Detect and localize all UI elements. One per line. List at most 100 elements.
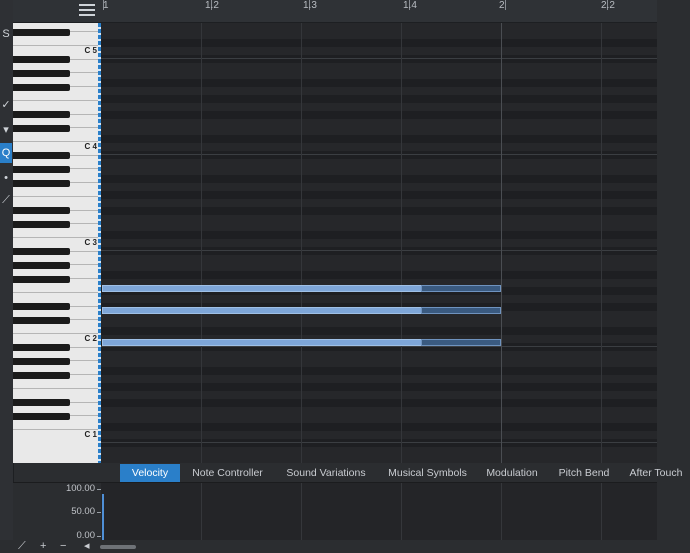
black-key[interactable]	[13, 371, 70, 379]
ruler-corner	[13, 0, 100, 23]
pitch-row	[101, 103, 657, 111]
pitch-row	[101, 255, 657, 263]
curve-icon[interactable]: ⟋	[18, 540, 26, 553]
pitch-row	[101, 399, 657, 407]
pitch-row	[101, 119, 657, 127]
midi-note[interactable]	[102, 285, 422, 292]
tool-strip: S ✓ ▾ Q • ⟋	[0, 0, 14, 553]
plus-icon[interactable]: +	[40, 540, 46, 553]
midi-note-tail[interactable]	[421, 307, 501, 314]
pitch-row	[101, 47, 657, 55]
tab-after-touch[interactable]: After Touch	[622, 464, 690, 482]
minus-icon[interactable]: −	[60, 540, 66, 553]
black-key[interactable]	[13, 56, 70, 64]
pitch-row	[101, 415, 657, 423]
pitch-row	[101, 183, 657, 191]
axis-label: 100.00	[65, 483, 95, 494]
lane-grid-line	[401, 483, 402, 541]
velocity-lane[interactable]: 100.00 50.00 0.00	[13, 482, 657, 541]
black-key[interactable]	[13, 207, 70, 215]
tab-modulation[interactable]: Modulation	[478, 464, 546, 482]
black-key[interactable]	[13, 344, 70, 352]
lane-grid-line	[501, 483, 502, 541]
pitch-row	[101, 351, 657, 359]
octave-label: C 5	[84, 46, 97, 55]
midi-note[interactable]	[102, 339, 422, 346]
black-key[interactable]	[13, 28, 70, 36]
lane-grid-line	[201, 483, 202, 541]
ruler-label: 1	[103, 0, 109, 11]
horizontal-scrollbar[interactable]	[100, 545, 136, 549]
tab-pitch-bend[interactable]: Pitch Bend	[546, 464, 622, 482]
tab-musical-symbols[interactable]: Musical Symbols	[377, 464, 478, 482]
tab-sound-variations[interactable]: Sound Variations	[275, 464, 377, 482]
pitch-row	[101, 263, 657, 271]
lane-tabs: Velocity Note Controller Sound Variations M…	[100, 464, 690, 482]
pitch-row	[101, 327, 657, 335]
velocity-bar[interactable]	[102, 494, 104, 541]
ruler-label: 2.2	[601, 0, 615, 11]
ruler-label: 1.3	[303, 0, 317, 11]
midi-note-tail[interactable]	[421, 339, 501, 346]
black-key[interactable]	[13, 316, 70, 324]
pencil-icon[interactable]: ⟋	[0, 190, 12, 210]
pitch-row	[101, 55, 657, 63]
triangle-down-icon[interactable]: ▾	[0, 120, 12, 140]
pitch-row	[101, 231, 657, 239]
lane-plot[interactable]	[101, 483, 657, 541]
black-key[interactable]	[13, 69, 70, 77]
s-tool-icon[interactable]: S	[0, 24, 12, 44]
pitch-row	[101, 191, 657, 199]
grid-line	[301, 23, 302, 463]
midi-note[interactable]	[102, 307, 422, 314]
pitch-row	[101, 319, 657, 327]
lane-grid-line	[601, 483, 602, 541]
black-key[interactable]	[13, 275, 70, 283]
pitch-row	[101, 151, 657, 159]
black-key[interactable]	[13, 165, 70, 173]
grid-menu-icon[interactable]	[79, 2, 95, 18]
piano-keyboard[interactable]: C 5 C 4 C 3 C 2 C 1	[13, 23, 100, 463]
pitch-row	[101, 391, 657, 399]
pitch-row	[101, 407, 657, 415]
black-key[interactable]	[13, 124, 70, 132]
pitch-row	[101, 447, 657, 455]
dot-icon[interactable]: •	[0, 168, 12, 188]
tab-velocity[interactable]: Velocity	[120, 464, 180, 482]
black-key[interactable]	[13, 261, 70, 269]
black-key[interactable]	[13, 83, 70, 91]
pitch-row	[101, 367, 657, 375]
quantize-icon[interactable]: Q	[0, 143, 12, 163]
grid-line	[401, 23, 402, 463]
pitch-row	[101, 247, 657, 255]
pitch-row	[101, 375, 657, 383]
tab-note-controller[interactable]: Note Controller	[180, 464, 275, 482]
midi-note-tail[interactable]	[421, 285, 501, 292]
black-key[interactable]	[13, 399, 70, 407]
black-key[interactable]	[13, 357, 70, 365]
octave-line	[101, 346, 657, 347]
black-key[interactable]	[13, 303, 70, 311]
note-grid[interactable]	[101, 23, 657, 463]
octave-label: C 4	[84, 142, 97, 151]
black-key[interactable]	[13, 179, 70, 187]
pitch-row	[101, 127, 657, 135]
pitch-row	[101, 359, 657, 367]
pitch-row	[101, 39, 657, 47]
pitch-row	[101, 215, 657, 223]
pitch-row	[101, 87, 657, 95]
pitch-row	[101, 239, 657, 247]
black-key[interactable]	[13, 412, 70, 420]
timeline-ruler[interactable]: 1 1.2 1.3 1.4 2 2.2	[100, 0, 657, 23]
check-icon[interactable]: ✓	[0, 95, 12, 115]
pitch-row	[101, 431, 657, 439]
black-key[interactable]	[13, 220, 70, 228]
arrow-left-icon[interactable]: ◂	[84, 540, 90, 553]
black-key[interactable]	[13, 111, 70, 119]
black-key[interactable]	[13, 248, 70, 256]
octave-line	[101, 58, 657, 59]
pitch-row	[101, 159, 657, 167]
pitch-row	[101, 439, 657, 447]
black-key[interactable]	[13, 152, 70, 160]
pitch-row	[101, 79, 657, 87]
